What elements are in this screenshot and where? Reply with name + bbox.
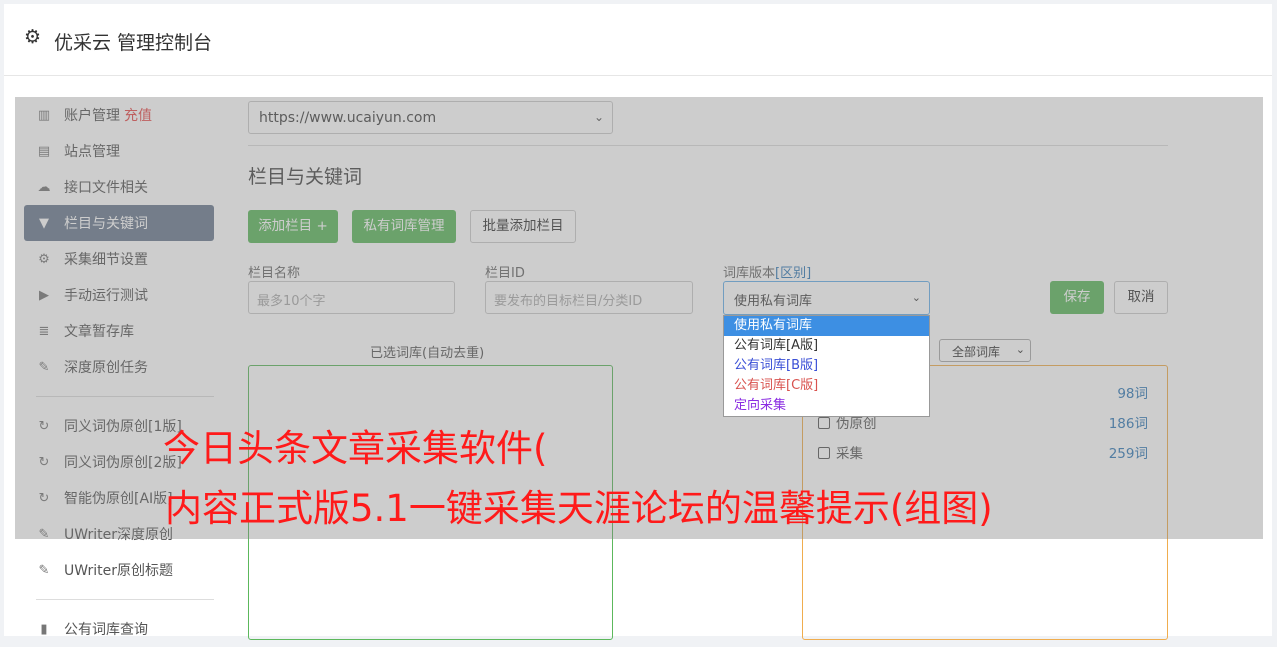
book-icon: ▮ — [40, 621, 48, 637]
caption-line-2: 内容正式版5.1一键采集天涯论坛的温馨提示(组图) — [165, 487, 993, 530]
sidebar-item-public-lib[interactable]: ▮ 公有词库查询 — [24, 611, 214, 647]
dropdown-option[interactable]: 公有词库[C版] — [724, 376, 929, 396]
sidebar-item-label: UWriter原创标题 — [64, 563, 173, 579]
caption-line-1: 今日头条文章采集软件( — [163, 427, 548, 470]
dropdown-option[interactable]: 公有词库[B版] — [724, 356, 929, 376]
sidebar-item-label: 公有词库查询 — [64, 622, 148, 638]
edit-icon: ✎ — [38, 562, 50, 578]
page-title: 优采云 管理控制台 — [54, 32, 213, 54]
dropdown-option[interactable]: 使用私有词库 — [724, 316, 929, 336]
lib-version-dropdown[interactable]: 使用私有词库 公有词库[A版] 公有词库[B版] 公有词库[C版] 定向采集 — [723, 315, 930, 417]
dropdown-option[interactable]: 公有词库[A版] — [724, 336, 929, 356]
top-header: ⚙ 优采云 管理控制台 — [4, 4, 1272, 76]
dropdown-option[interactable]: 定向采集 — [724, 396, 929, 416]
gear-icon: ⚙ — [24, 26, 42, 48]
sidebar-item-uwriter-title[interactable]: ✎ UWriter原创标题 — [24, 552, 214, 588]
sidebar-divider — [36, 599, 214, 600]
screenshot-overlay — [15, 97, 1263, 539]
